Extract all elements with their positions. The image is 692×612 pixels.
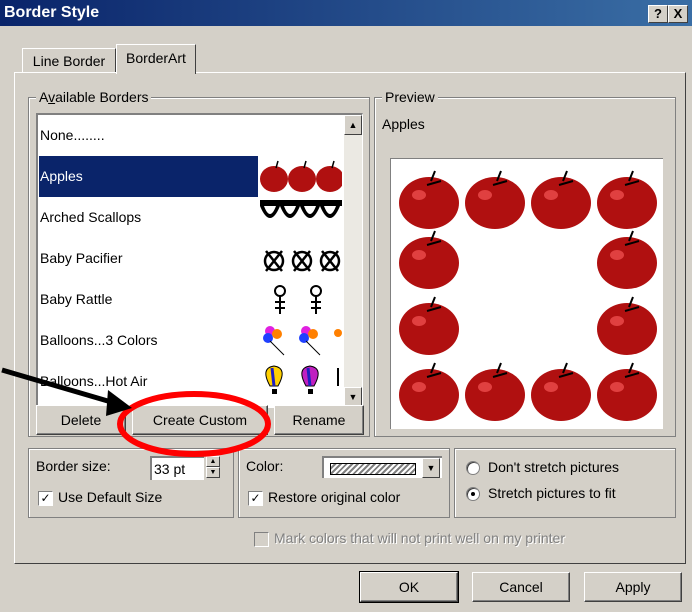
mark-colors-label: Mark colors that will not print well on … bbox=[274, 530, 565, 546]
list-item-label: Baby Pacifier bbox=[40, 250, 123, 266]
list-item[interactable]: Arched Scallops bbox=[38, 197, 342, 238]
button-label: Cancel bbox=[499, 579, 543, 595]
border-size-label: Border size: bbox=[36, 458, 111, 474]
use-default-size-label: Use Default Size bbox=[58, 489, 163, 505]
dont-stretch-radio[interactable] bbox=[466, 461, 480, 475]
tab-borderart[interactable]: BorderArt bbox=[116, 44, 196, 74]
apples-thumbnail bbox=[260, 159, 342, 194]
dont-stretch-label: Don't stretch pictures bbox=[488, 459, 620, 475]
borders-listbox[interactable]: None........ Apples Arched Scallops Baby… bbox=[36, 113, 363, 408]
list-item[interactable]: Balloons...3 Colors bbox=[38, 320, 342, 361]
cancel-button[interactable]: Cancel bbox=[472, 572, 570, 602]
rename-button[interactable]: Rename bbox=[274, 405, 364, 435]
preview-border-name: Apples bbox=[382, 116, 425, 132]
border-size-spinner[interactable]: ▲ ▼ bbox=[206, 456, 220, 478]
pacifier-thumbnail bbox=[260, 241, 342, 276]
ok-button[interactable]: OK bbox=[359, 571, 459, 603]
stretch-to-fit-radio[interactable] bbox=[466, 487, 480, 501]
list-item[interactable]: Baby Rattle bbox=[38, 279, 342, 320]
border-size-input[interactable]: 33 pt bbox=[150, 456, 204, 480]
preview-legend: Preview bbox=[382, 89, 438, 105]
window-title: Border Style bbox=[4, 4, 100, 21]
color-swatch bbox=[330, 463, 416, 475]
list-item-label: Baby Rattle bbox=[40, 291, 113, 307]
help-button[interactable]: ? bbox=[648, 5, 668, 23]
button-label: Delete bbox=[60, 412, 102, 428]
list-item-label: None........ bbox=[40, 127, 105, 143]
scallops-thumbnail bbox=[260, 200, 342, 235]
listbox-scrollbar[interactable]: ▲ ▼ bbox=[344, 115, 362, 407]
list-item[interactable]: None........ bbox=[38, 115, 342, 156]
button-label: Create Custom bbox=[152, 412, 248, 428]
stretch-to-fit-label: Stretch pictures to fit bbox=[488, 485, 616, 501]
rattle-thumbnail bbox=[260, 282, 342, 317]
hotair-thumbnail bbox=[260, 364, 342, 399]
scroll-up-button[interactable]: ▲ bbox=[344, 115, 362, 135]
mark-colors-checkbox[interactable] bbox=[254, 532, 269, 547]
list-item[interactable]: Apples bbox=[38, 156, 342, 197]
scroll-down-button[interactable]: ▼ bbox=[344, 387, 362, 407]
list-item[interactable]: Baby Pacifier bbox=[38, 238, 342, 279]
list-item-label: Balloons...Hot Air bbox=[40, 373, 148, 389]
title-bar: Border Style ? X bbox=[0, 0, 692, 26]
chevron-down-icon[interactable]: ▼ bbox=[422, 458, 440, 478]
spin-down-button[interactable]: ▼ bbox=[206, 467, 220, 478]
list-item-label: Arched Scallops bbox=[40, 209, 142, 225]
spin-up-button[interactable]: ▲ bbox=[206, 456, 220, 467]
list-item-label: Apples bbox=[39, 156, 258, 197]
create-custom-button[interactable]: Create Custom bbox=[132, 405, 268, 435]
apply-button[interactable]: Apply bbox=[584, 572, 682, 602]
list-item[interactable]: Balloons...Hot Air bbox=[38, 361, 342, 402]
color-label: Color: bbox=[246, 458, 284, 474]
tab-label: Line Border bbox=[32, 53, 106, 69]
color-dropdown[interactable]: ▼ bbox=[322, 456, 442, 478]
close-button[interactable]: X bbox=[668, 5, 688, 23]
list-item-label: Balloons...3 Colors bbox=[40, 332, 158, 348]
button-label: OK bbox=[398, 579, 420, 595]
available-borders-legend: Available Borders bbox=[36, 89, 152, 105]
delete-button[interactable]: Delete bbox=[36, 405, 126, 435]
button-label: Apply bbox=[615, 579, 651, 595]
tab-line-border[interactable]: Line Border bbox=[22, 48, 116, 73]
preview-canvas bbox=[390, 158, 663, 429]
use-default-size-checkbox[interactable]: ✓ bbox=[38, 491, 53, 506]
button-label: Rename bbox=[292, 412, 346, 428]
restore-original-color-label: Restore original color bbox=[268, 489, 401, 505]
restore-original-color-checkbox[interactable]: ✓ bbox=[248, 491, 263, 506]
tab-label: BorderArt bbox=[126, 50, 186, 66]
balloons-thumbnail bbox=[260, 323, 342, 358]
